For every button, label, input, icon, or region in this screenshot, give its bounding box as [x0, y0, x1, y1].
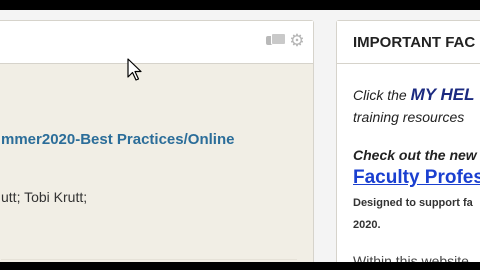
checkout-text: Check out the new: [353, 147, 477, 163]
module-header: ⚙: [0, 21, 313, 64]
divider: [1, 259, 297, 260]
my-help-highlight: MY HEL: [410, 85, 475, 104]
important-info-panel: IMPORTANT FAC Click the MY HEL training …: [336, 20, 480, 262]
gear-icon[interactable]: ⚙: [289, 32, 305, 49]
discussion-icon[interactable]: [266, 33, 286, 47]
click-instruction: Click the MY HEL: [353, 85, 475, 105]
faculty-profile-link[interactable]: Faculty Profes: [353, 167, 480, 189]
mouse-cursor-icon: [127, 58, 142, 81]
module-header-actions: ⚙: [266, 32, 305, 49]
course-title-link[interactable]: mmer2020-Best Practices/Online: [1, 131, 234, 148]
click-prefix: Click the: [353, 87, 411, 103]
instructor-list: utt; Tobi Krutt;: [1, 189, 88, 205]
course-module-panel: ⚙ mmer2020-Best Practices/Online utt; To…: [0, 20, 314, 262]
within-text: Within this website: [353, 253, 469, 262]
panel-title: IMPORTANT FAC: [353, 34, 476, 51]
browser-viewport: ⚙ mmer2020-Best Practices/Online utt; To…: [0, 10, 480, 262]
important-info-header: IMPORTANT FAC: [337, 21, 480, 64]
year-text: 2020.: [353, 219, 381, 231]
designed-text: Designed to support fa: [353, 197, 473, 209]
training-text: training resources: [353, 109, 465, 125]
